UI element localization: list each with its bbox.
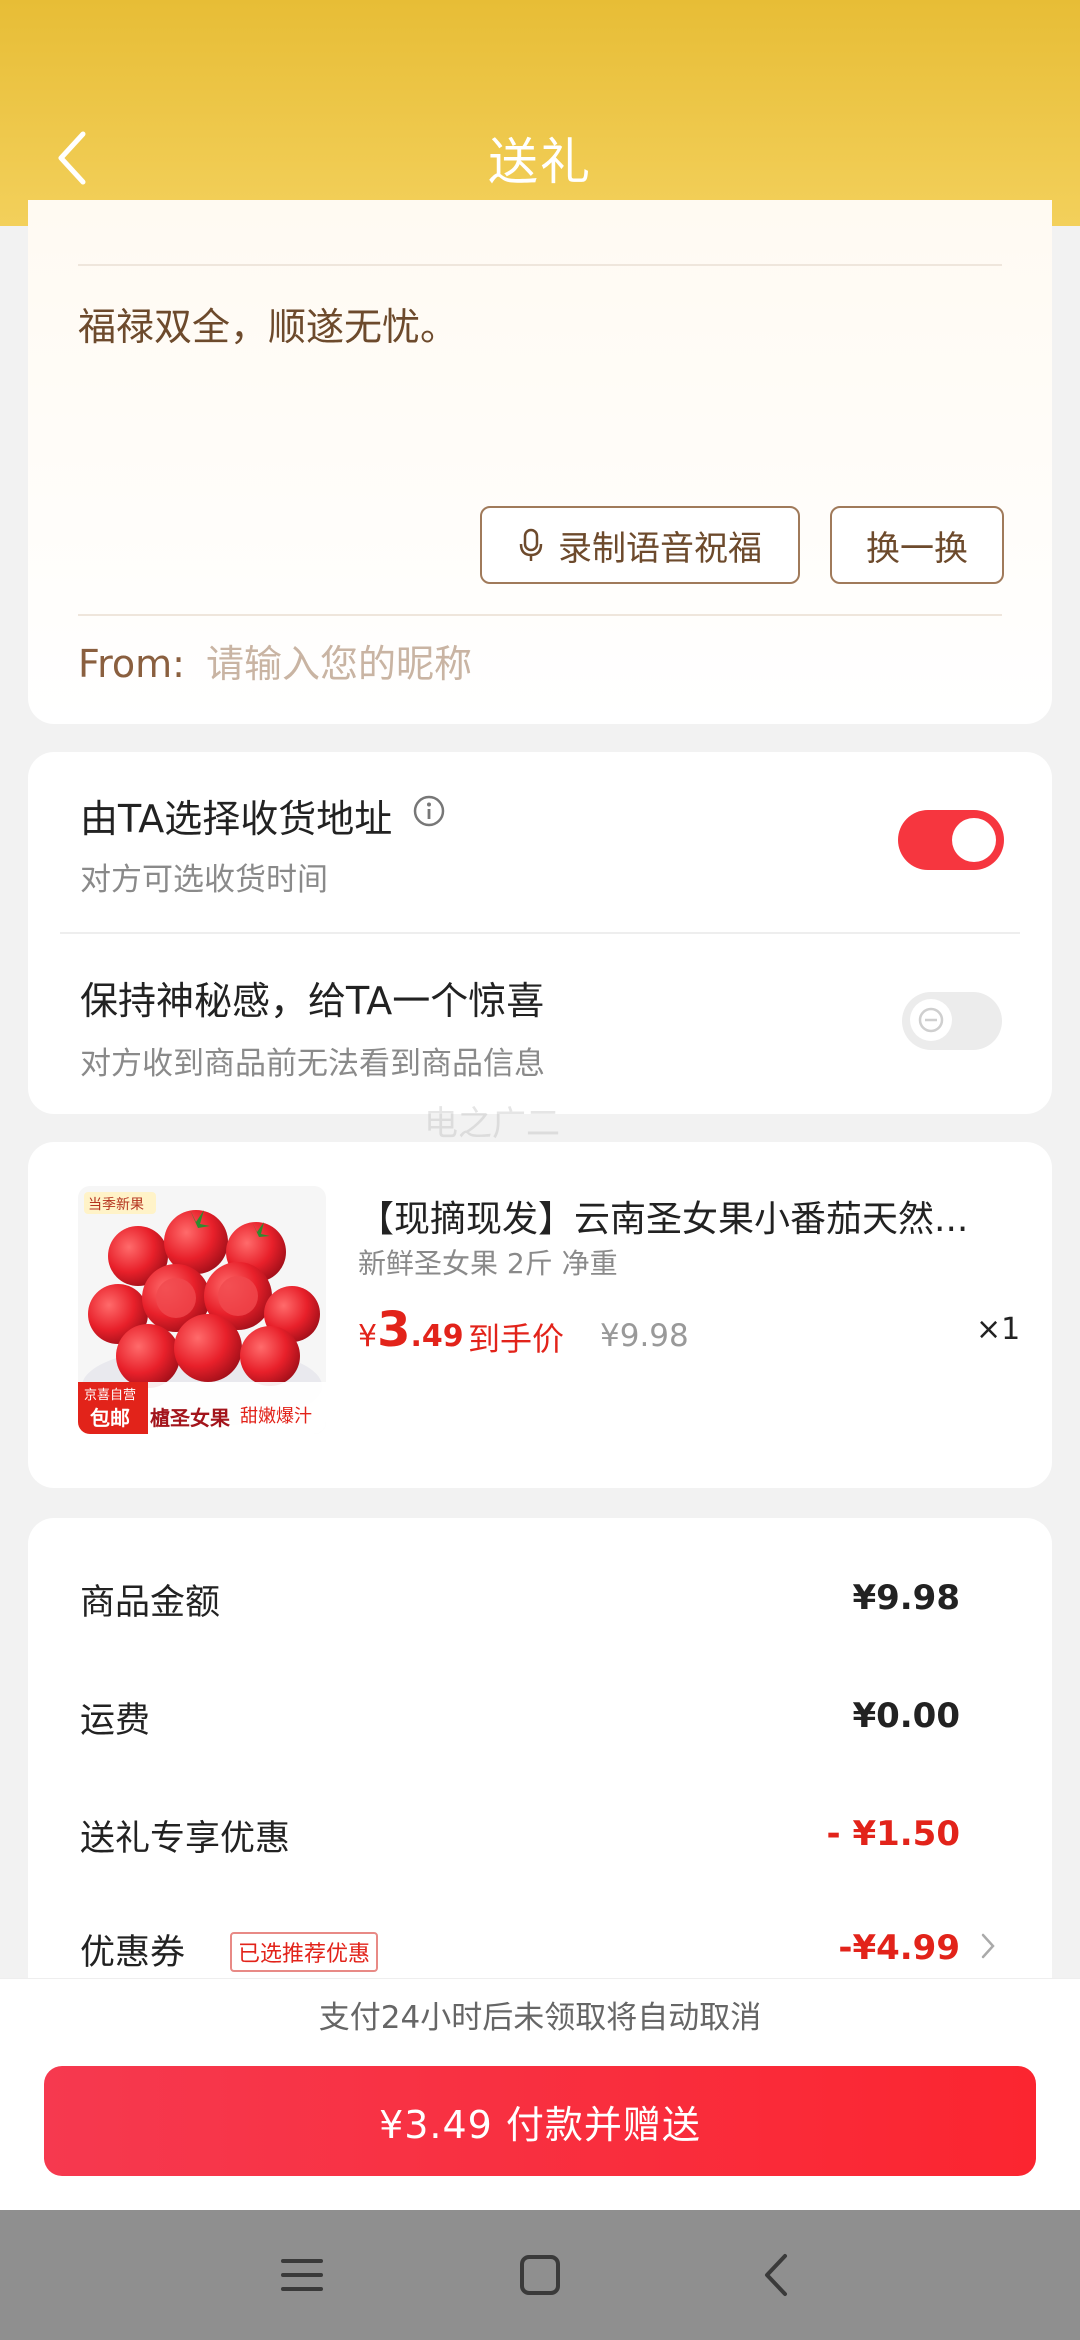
back-arrow-icon: [765, 2254, 787, 2296]
summary-value: ¥9.98: [852, 1578, 960, 1618]
summary-value: ¥0.00: [852, 1696, 960, 1736]
address-choice-toggle[interactable]: [898, 810, 1004, 870]
toggle-knob: [910, 999, 952, 1041]
summary-value: -¥4.99: [838, 1928, 960, 1968]
blessing-text[interactable]: 福禄双全，顺遂无忧。: [78, 296, 458, 351]
system-navigation-bar: [0, 2210, 1080, 2340]
image-badge-shipping: 包邮: [90, 1406, 130, 1430]
home-button[interactable]: [500, 2240, 580, 2310]
original-price: ¥9.98: [600, 1318, 689, 1354]
microphone-icon: [519, 528, 543, 561]
pay-and-gift-button[interactable]: ¥3.49 付款并赠送: [44, 2066, 1036, 2176]
summary-row-gift-discount: 送礼专享优惠 - ¥1.50: [80, 1810, 960, 1870]
summary-label: 优惠券: [80, 1933, 186, 1973]
price-integer: 3: [377, 1302, 411, 1358]
swap-blessing-button[interactable]: 换一换: [830, 506, 1004, 584]
price-symbol: ¥: [358, 1319, 378, 1354]
option-subtitle-surprise: 对方收到商品前无法看到商品信息: [80, 1046, 545, 1082]
divider: [60, 932, 1020, 934]
page-title: 送礼: [488, 133, 592, 191]
divider: [78, 614, 1002, 616]
from-label: From:: [78, 642, 185, 686]
summary-label: 送礼专享优惠: [80, 1819, 291, 1859]
summary-value: - ¥1.50: [826, 1814, 961, 1854]
product-title: 【现摘现发】云南圣女果小番茄天然...: [358, 1199, 969, 1240]
surprise-toggle[interactable]: [902, 992, 1002, 1050]
auto-cancel-notice: 支付24小时后未领取将自动取消: [0, 1978, 1080, 2057]
menu-button[interactable]: [262, 2240, 342, 2310]
option-title-address: 由TA选择收货地址: [80, 797, 393, 841]
blessing-card: 福禄双全，顺遂无忧。 录制语音祝福 换一换 From:: [28, 200, 1052, 724]
image-badge-season: 当季新果: [88, 1197, 144, 1213]
product-price: ¥3.49: [358, 1302, 464, 1358]
watermark-text: 电之广二: [424, 1104, 560, 1144]
menu-icon: [281, 2259, 323, 2291]
nickname-input[interactable]: [206, 636, 906, 692]
record-voice-label: 录制语音祝福: [558, 528, 762, 569]
system-back-button[interactable]: [736, 2240, 816, 2310]
info-icon[interactable]: [412, 794, 446, 828]
gift-options-card: 由TA选择收货地址 对方可选收货时间 保持神秘感，给TA一个惊喜 对方收到商品前…: [28, 752, 1052, 1114]
summary-label: 运费: [80, 1701, 151, 1741]
divider: [78, 264, 1002, 266]
toggle-knob: [952, 818, 996, 862]
price-summary-card: 商品金额 ¥9.98 运费 ¥0.00 送礼专享优惠 - ¥1.50 优惠券 已…: [28, 1518, 1052, 2018]
image-badge-name: 樝圣女果: [150, 1406, 230, 1430]
minus-circle-icon: [918, 1007, 944, 1033]
product-spec: 新鲜圣女果 2斤 净重: [358, 1247, 618, 1280]
coupon-badge: 已选推荐优惠: [230, 1932, 379, 1972]
product-card[interactable]: 当季新果 京喜自营 包邮 樝圣女果 甜嫩爆汁 【现摘现发】云南圣女果小番茄天然.…: [28, 1142, 1052, 1488]
product-image[interactable]: 当季新果 京喜自营 包邮 樝圣女果 甜嫩爆汁: [78, 1186, 326, 1434]
header-bar: 送礼: [0, 0, 1080, 226]
option-subtitle-address: 对方可选收货时间: [80, 862, 328, 898]
image-badge-store: 京喜自营: [84, 1388, 137, 1403]
image-badge-slogan: 甜嫩爆汁: [240, 1406, 312, 1427]
summary-row-shipping: 运费 ¥0.00: [80, 1692, 960, 1752]
summary-row-coupon[interactable]: 优惠券 已选推荐优惠 -¥4.99: [80, 1924, 995, 1984]
pay-area: ¥3.49 付款并赠送: [0, 2056, 1080, 2210]
chevron-right-icon: [981, 1933, 995, 1959]
summary-row-goods: 商品金额 ¥9.98: [80, 1574, 960, 1634]
option-title-surprise: 保持神秘感，给TA一个惊喜: [80, 979, 545, 1023]
record-voice-button[interactable]: 录制语音祝福: [480, 506, 800, 584]
summary-label: 商品金额: [80, 1583, 221, 1623]
product-quantity: ×1: [976, 1312, 1021, 1347]
price-tag: 到手价: [468, 1320, 565, 1358]
price-decimal: .49: [410, 1319, 464, 1354]
home-square-icon: [520, 2255, 560, 2295]
